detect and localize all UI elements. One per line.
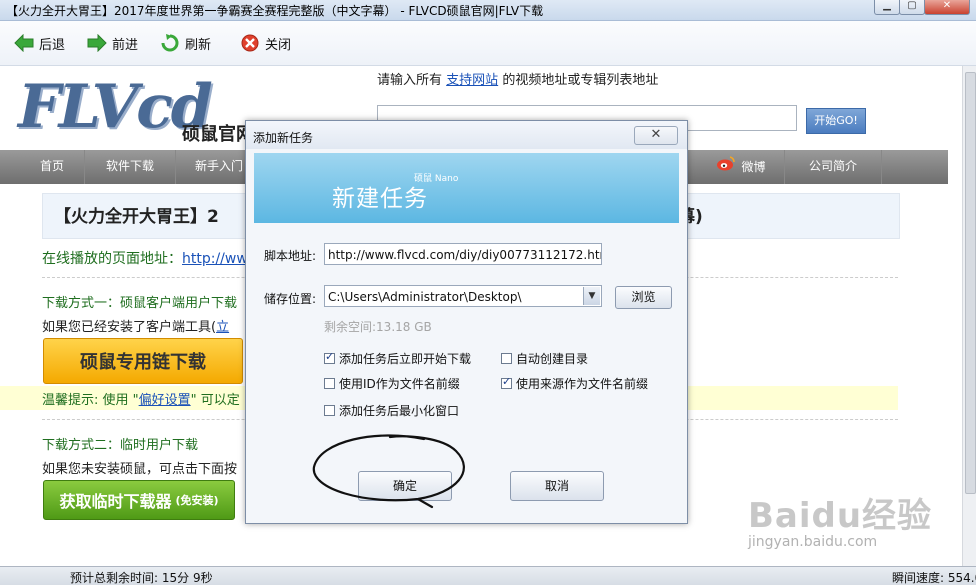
window-close-button[interactable]: ✕: [924, 0, 970, 15]
checkbox[interactable]: [324, 405, 335, 416]
back-label: 后退: [39, 37, 66, 53]
watermark: Baidu经验: [748, 496, 933, 536]
eta-text: 预计总剩余时间: 15分 9秒: [70, 571, 213, 585]
method1-heading: 下载方式一：硕鼠客户端用户下载: [42, 296, 238, 311]
online-page-address: 在线播放的页面地址：http://www: [42, 251, 260, 267]
page-scrollbar[interactable]: [962, 66, 976, 566]
status-bar: 预计总剩余时间: 15分 9秒 瞬间速度: 554.0: [0, 566, 976, 585]
refresh-label: 刷新: [185, 37, 212, 53]
stop-button[interactable]: 关闭: [240, 33, 291, 53]
option-source-prefix[interactable]: 使用来源作为文件名前缀: [501, 375, 648, 392]
supported-sites-link[interactable]: 支持网站: [446, 73, 498, 88]
save-location-combo[interactable]: C:\Users\Administrator\Desktop\ ▼: [324, 285, 602, 307]
option-auto-create-dir[interactable]: 自动创建目录: [501, 350, 588, 367]
hand-drawn-circle-annotation: [312, 434, 465, 509]
nav-item-home[interactable]: 首页: [20, 150, 85, 184]
page-title: 【火力全开大胃王】2: [54, 207, 219, 227]
add-task-dialog: 添加新任务 ✕ 硕鼠 Nano 新建任务 脚本地址: http://www.fl…: [245, 120, 688, 524]
dialog-title-bar: 添加新任务 ✕: [246, 121, 687, 149]
nav-item-weibo[interactable]: 微博: [698, 150, 785, 184]
dialog-close-button[interactable]: ✕: [634, 126, 678, 145]
search-hint: 请输入所有 支持网站 的视频地址或专辑列表地址: [377, 73, 659, 88]
method1-link[interactable]: 立: [216, 320, 229, 335]
checkbox[interactable]: [324, 378, 335, 389]
close-icon: [240, 33, 260, 53]
script-url-label: 脚本地址:: [264, 249, 317, 263]
option-minimize-window[interactable]: 添加任务后最小化窗口: [324, 402, 459, 419]
scrollbar-thumb[interactable]: [965, 72, 976, 494]
tip-text: 温馨提示: 使用 "偏好设置" 可以定: [42, 393, 240, 408]
free-space-text: 剩余空间:13.18 GB: [324, 320, 432, 334]
option-id-prefix[interactable]: 使用ID作为文件名前缀: [324, 375, 460, 392]
refresh-button[interactable]: 刷新: [160, 33, 211, 53]
watermark-url: jingyan.baidu.com: [748, 534, 878, 550]
method1-description: 如果您已经安装了客户端工具(立: [42, 320, 230, 335]
go-button[interactable]: 开始GO!: [806, 108, 866, 134]
dialog-title: 添加新任务: [253, 131, 314, 145]
client-download-button[interactable]: 硕鼠专用链下载: [43, 338, 243, 384]
chevron-down-icon[interactable]: ▼: [583, 287, 600, 305]
checkbox[interactable]: [501, 353, 512, 364]
temp-downloader-button[interactable]: 获取临时下载器 (免安装): [43, 480, 235, 520]
window-title: 【火力全开大胃王】2017年度世界第一争霸赛全赛程完整版（中文字幕） - FLV…: [6, 4, 544, 18]
method2-heading: 下载方式二：临时用户下载: [42, 438, 199, 453]
stop-label: 关闭: [265, 37, 292, 53]
banner-title: 新建任务: [332, 186, 428, 212]
option-start-immediately[interactable]: 添加任务后立即开始下载: [324, 350, 471, 367]
browse-button[interactable]: 浏览: [615, 286, 672, 309]
arrow-right-icon: [87, 33, 107, 53]
script-url-field[interactable]: http://www.flvcd.com/diy/diy00773112172.…: [324, 243, 602, 265]
save-location-label: 储存位置:: [264, 292, 317, 306]
back-button[interactable]: 后退: [14, 33, 65, 53]
window-title-bar: 【火力全开大胃王】2017年度世界第一争霸赛全赛程完整版（中文字幕） - FLV…: [0, 0, 976, 21]
checkbox[interactable]: [501, 375, 512, 389]
checkbox[interactable]: [324, 350, 335, 364]
minimize-button[interactable]: ▁: [874, 0, 900, 15]
arrow-left-icon: [14, 33, 34, 53]
speed-text: 瞬间速度: 554.0: [892, 571, 976, 585]
preferences-link[interactable]: 偏好设置: [139, 393, 191, 408]
method2-description: 如果您未安装硕鼠，可点击下面按: [42, 462, 238, 477]
forward-button[interactable]: 前进: [87, 33, 138, 53]
nav-item-software[interactable]: 软件下载: [85, 150, 176, 184]
site-logo-subtitle: 硕鼠官网: [182, 124, 254, 145]
forward-label: 前进: [112, 37, 139, 53]
nav-item-about[interactable]: 公司简介: [785, 150, 882, 184]
browser-toolbar: 后退 前进 刷新 关闭: [0, 21, 976, 66]
maximize-button[interactable]: ▢: [899, 0, 925, 15]
cancel-button[interactable]: 取消: [510, 471, 604, 501]
refresh-icon: [160, 33, 180, 53]
dialog-banner: 硕鼠 Nano 新建任务: [254, 153, 679, 223]
weibo-icon: [716, 151, 736, 183]
